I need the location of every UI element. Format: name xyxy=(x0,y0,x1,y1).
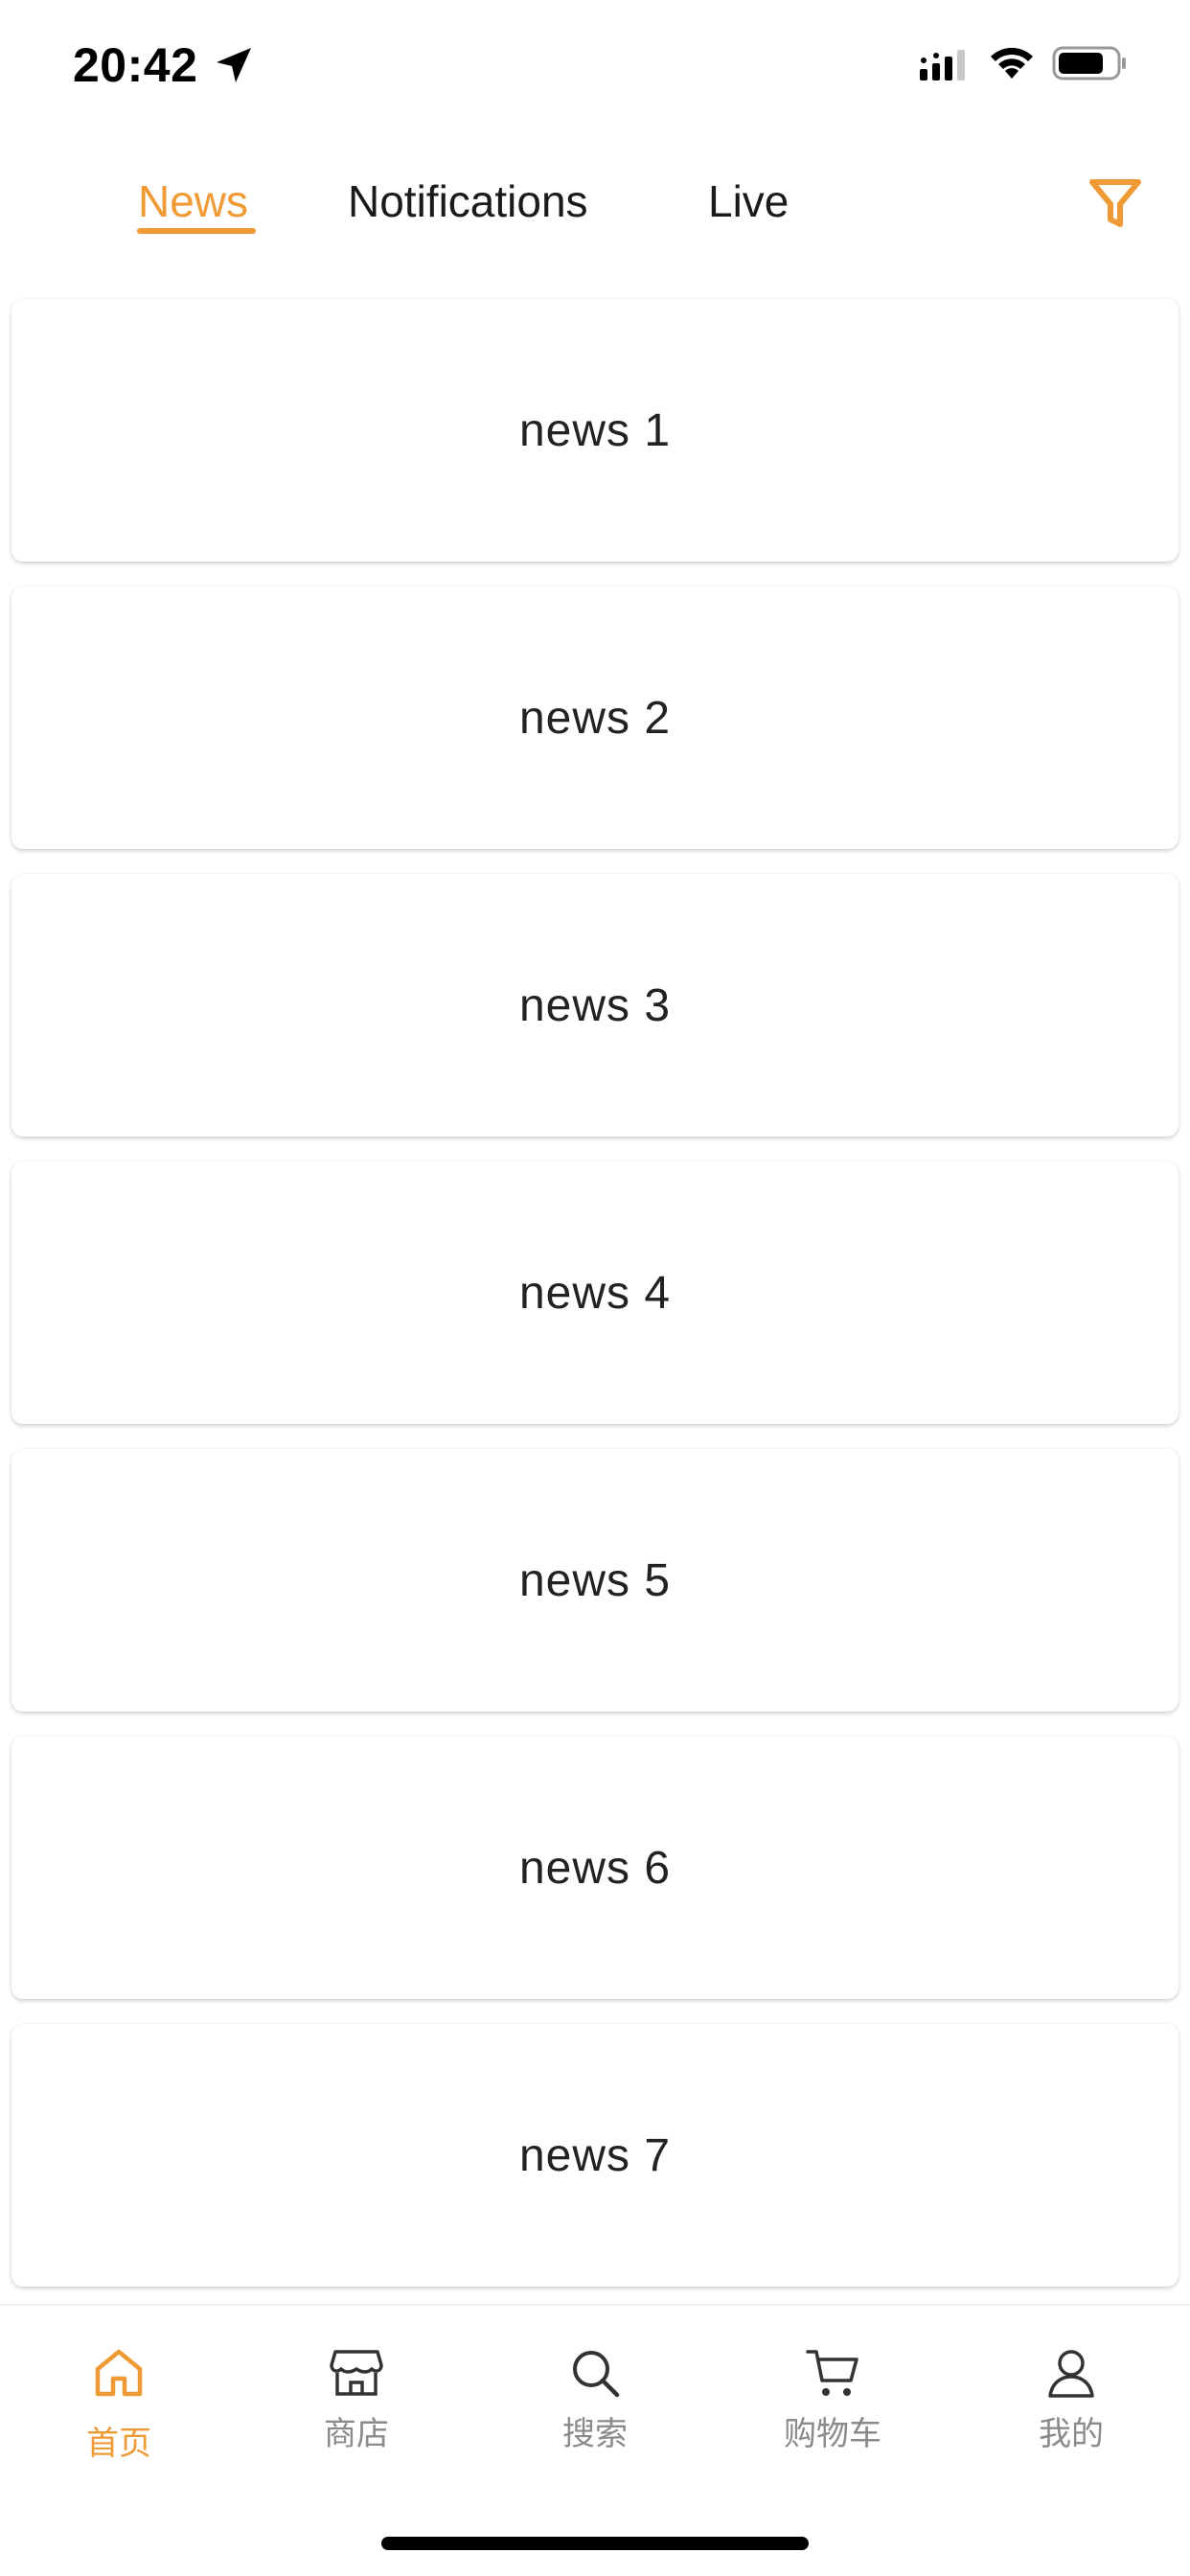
home-indicator xyxy=(381,2537,809,2550)
home-icon xyxy=(95,2349,143,2397)
cart-icon xyxy=(806,2350,858,2396)
news-title: news 6 xyxy=(518,1842,672,1894)
nav-item-home[interactable]: 首页 xyxy=(23,2344,215,2478)
news-card[interactable]: news 5 xyxy=(11,1449,1179,1712)
news-title: news 1 xyxy=(518,404,672,456)
bottom-navigation: 首页 商店 搜索 购物车 我的 xyxy=(0,2304,1190,2576)
nav-label: 商店 xyxy=(324,2415,389,2453)
nav-item-cart[interactable]: 购物车 xyxy=(737,2344,928,2478)
status-bar: 20:42 xyxy=(0,0,1190,134)
news-card[interactable]: news 3 xyxy=(11,874,1179,1137)
search-icon xyxy=(573,2351,620,2398)
location-arrow-icon xyxy=(217,48,251,82)
battery-icon xyxy=(1052,46,1126,80)
active-tab-indicator xyxy=(137,228,256,234)
news-card[interactable]: news 4 xyxy=(11,1162,1179,1424)
nav-item-search[interactable]: 搜索 xyxy=(499,2344,691,2478)
tab-notifications[interactable]: Notifications xyxy=(348,172,588,230)
tab-live[interactable]: Live xyxy=(708,172,789,230)
news-card[interactable]: news 6 xyxy=(11,1736,1179,1999)
nav-label: 购物车 xyxy=(784,2415,881,2453)
news-card[interactable]: news 2 xyxy=(11,586,1179,849)
wifi-icon xyxy=(991,47,1033,79)
news-card[interactable]: news 7 xyxy=(11,2024,1179,2287)
news-title: news 4 xyxy=(518,1267,672,1319)
filter-icon[interactable] xyxy=(1087,174,1144,232)
nav-item-store[interactable]: 商店 xyxy=(261,2344,452,2478)
nav-label: 首页 xyxy=(86,2425,151,2463)
news-title: news 2 xyxy=(518,692,672,744)
news-title: news 3 xyxy=(518,979,672,1031)
nav-item-profile[interactable]: 我的 xyxy=(975,2344,1167,2478)
nav-label: 我的 xyxy=(1039,2415,1104,2453)
news-title: news 5 xyxy=(518,1554,672,1606)
news-list: news 1 news 2 news 3 news 4 news 5 news … xyxy=(11,299,1179,2312)
store-icon xyxy=(330,2350,383,2396)
cellular-signal-icon xyxy=(920,50,965,80)
profile-icon xyxy=(1048,2350,1094,2398)
top-tab-bar: News Notifications Live xyxy=(0,153,1190,259)
news-title: news 7 xyxy=(518,2129,672,2181)
nav-label: 搜索 xyxy=(562,2415,628,2453)
app-screen: 20:42 News Notifications Live news 1 new… xyxy=(0,0,1190,2576)
tab-news[interactable]: News xyxy=(138,172,248,230)
news-card[interactable]: news 1 xyxy=(11,299,1179,562)
status-time: 20:42 xyxy=(73,38,198,92)
